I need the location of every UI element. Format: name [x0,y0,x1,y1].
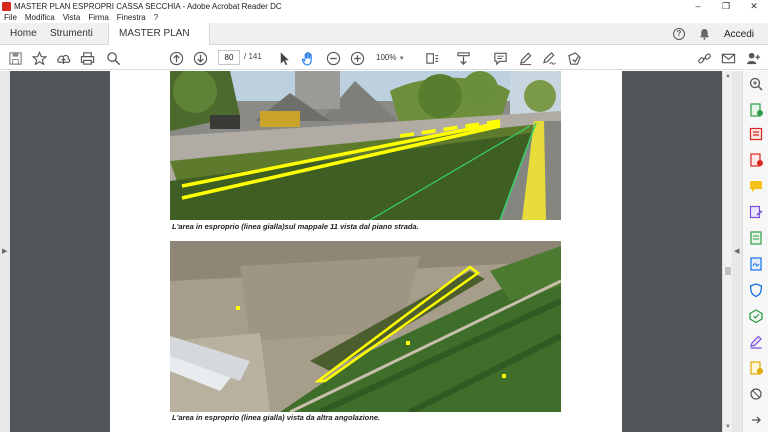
window-title: MASTER PLAN ESPROPRI CASSA SECCHIA - Ado… [14,1,282,11]
highlight-pen-icon[interactable] [517,50,533,66]
photo-aerial-view [170,241,561,412]
close-window-button[interactable]: ✕ [740,0,768,12]
page-total: / 141 [244,52,262,61]
page-number-input[interactable]: 80 [218,50,240,65]
tab-home-label: Home [10,28,37,39]
scroll-up-icon[interactable]: ▲ [725,73,731,79]
tab-document[interactable]: MASTER PLAN ESP...× [108,23,210,61]
zoom-out-icon[interactable] [325,50,341,66]
toolbar: 80 / 141 100% ▼ [0,45,768,70]
fill-and-sign-icon[interactable] [749,335,763,349]
collapse-right-icon: ◀ [734,248,740,255]
tab-bar: Home Strumenti MASTER PLAN ESP...× ? Acc… [0,23,768,61]
menu-window[interactable]: Finestra [117,13,146,22]
fill-sign-icon[interactable] [566,50,582,66]
draw-signature-icon[interactable] [541,50,557,66]
save-icon[interactable] [7,50,23,66]
organize-pages-icon[interactable] [749,127,763,141]
acrobat-app-icon [2,1,11,11]
expand-left-icon: ▶ [2,248,8,255]
vertical-scrollbar[interactable]: ▲ ▼ [722,71,732,432]
zoom-level-value: 100% [376,53,397,62]
cloud-upload-icon[interactable] [55,50,71,66]
hand-tool-icon[interactable] [300,50,316,66]
prepare-form-icon[interactable] [749,309,763,323]
menu-sign[interactable]: Firma [88,13,108,22]
photo-caption-1: L'area in esproprio (linea gialla)sul ma… [172,222,419,231]
print-icon[interactable] [79,50,95,66]
tab-tools[interactable]: Strumenti [40,23,103,45]
photo-caption-2: L'area in esproprio (linea gialla) vista… [172,413,381,422]
menu-view[interactable]: Vista [63,13,81,22]
send-for-signature-icon[interactable] [749,205,763,219]
pdf-page: L'area in esproprio (linea gialla)sul ma… [110,71,622,432]
share-link-icon[interactable] [696,50,712,66]
request-signatures-icon[interactable] [749,257,763,271]
export-pdf-icon[interactable] [749,103,763,117]
restore-button[interactable]: ❐ [712,0,740,12]
comment-tool-icon[interactable] [749,179,763,193]
email-icon[interactable] [720,50,736,66]
menu-file[interactable]: File [4,13,17,22]
tools-expand-icon[interactable] [749,413,763,427]
left-panel-toggle[interactable]: ▶ [0,71,10,432]
help-icon[interactable]: ? [672,28,685,40]
scrollbar-thumb[interactable] [725,267,731,275]
bookmark-star-icon[interactable] [31,50,47,66]
tools-panel [742,71,768,432]
zoom-pages-icon[interactable] [749,77,763,91]
right-panel-toggle[interactable]: ◀ [732,71,742,432]
minimize-button[interactable]: – [684,0,712,12]
bell-icon[interactable] [699,28,710,40]
photo-street-view [170,71,561,220]
menu-edit[interactable]: Modifica [25,13,55,22]
protect-shield-icon[interactable] [749,283,763,297]
stamp-tool-icon[interactable] [749,361,763,375]
chevron-down-icon: ▼ [398,56,405,62]
fit-page-icon[interactable] [424,50,440,66]
edit-pdf-icon[interactable] [749,231,763,245]
comment-icon[interactable] [492,50,508,66]
scroll-mode-icon[interactable] [455,50,471,66]
signin-button[interactable]: Accedi [724,29,754,40]
next-page-icon[interactable] [192,50,208,66]
select-cursor-icon[interactable] [276,50,292,66]
menu-help[interactable]: ? [154,13,158,22]
more-tools-icon[interactable] [749,387,763,401]
scroll-down-icon[interactable]: ▼ [725,424,731,430]
zoom-level-dropdown[interactable]: 100% ▼ [376,50,412,65]
previous-page-icon[interactable] [168,50,184,66]
title-bar: MASTER PLAN ESPROPRI CASSA SECCHIA - Ado… [0,0,768,12]
zoom-in-icon[interactable] [349,50,365,66]
search-icon[interactable] [105,50,121,66]
menu-bar: File Modifica Vista Firma Finestra ? [0,12,768,23]
window-controls: – ❐ ✕ [684,0,768,12]
tab-tools-label: Strumenti [50,28,93,39]
add-user-icon[interactable] [745,50,761,66]
create-pdf-icon[interactable] [749,153,763,167]
